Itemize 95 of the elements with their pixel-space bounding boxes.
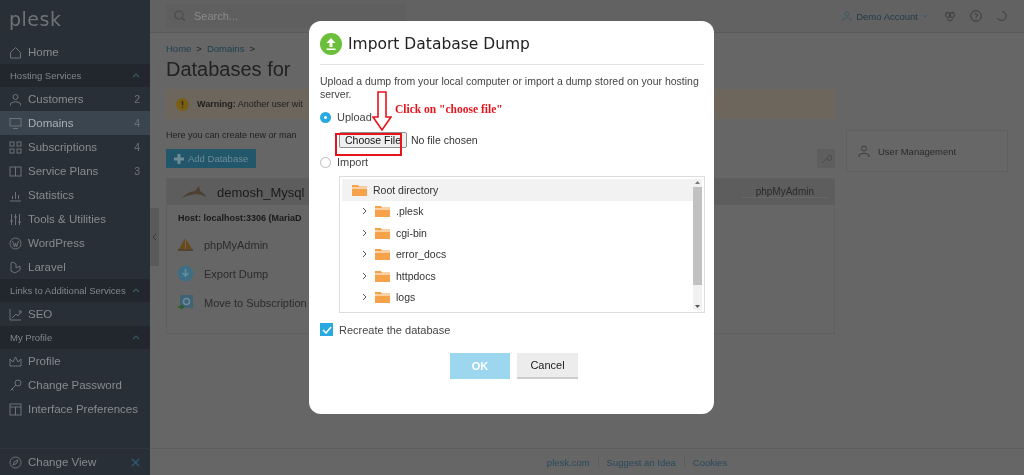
tree-item[interactable]: logs [342, 286, 693, 308]
file-status: No file chosen [411, 133, 478, 146]
radio-button[interactable] [320, 156, 331, 168]
item-count: 3 [134, 165, 140, 177]
item-count: 4 [134, 141, 140, 153]
sidebar-item[interactable]: Subscriptions 4 [0, 135, 150, 159]
database-host: Host: localhost:3306 (MariaD [177, 212, 303, 225]
sidebar-item[interactable]: SEO [0, 302, 150, 326]
trend-icon [9, 307, 22, 321]
chevron-right-icon [361, 271, 369, 280]
database-name: demosh_Mysql [217, 184, 305, 200]
add-database-button[interactable]: Add Database [166, 149, 257, 168]
folder-icon [375, 269, 390, 282]
compass-icon [9, 455, 22, 469]
sidebar-item[interactable]: Tools & Utilities [0, 207, 150, 231]
folder-icon [375, 205, 390, 218]
dolphin-icon [181, 185, 207, 199]
user-management-link[interactable]: User Management [846, 130, 1008, 172]
chevron-right-icon [361, 228, 369, 237]
panel-icon [9, 402, 22, 416]
sidebar-collapse-handle[interactable] [150, 208, 159, 266]
tree-item[interactable]: Root directory [342, 179, 693, 201]
database-action-link[interactable]: Move to Subscription [204, 296, 307, 309]
sidebar-item[interactable]: Laravel [0, 255, 150, 279]
sidebar-item[interactable]: Statistics [0, 183, 150, 207]
radio-button[interactable] [320, 111, 331, 123]
radio-label: Import [337, 156, 369, 168]
logo: plesk [8, 7, 63, 32]
sidebar-item[interactable]: Home [0, 40, 150, 64]
database-action-link[interactable]: Export Dump [204, 267, 269, 280]
folder-icon [352, 183, 367, 196]
caret-icon [922, 14, 928, 18]
cancel-button[interactable]: Cancel [517, 353, 578, 379]
scroll-up-arrow-icon[interactable] [695, 181, 700, 184]
folder-icon [375, 226, 390, 239]
sidebar-item[interactable]: Change Password [0, 373, 150, 397]
chevron-right-icon [361, 207, 369, 216]
dialog-title: Import Database Dump [348, 35, 530, 53]
sliders-icon [9, 212, 22, 226]
warning-text: Warning: Another user wit [197, 99, 303, 109]
grid-icon [9, 140, 22, 154]
breadcrumb-separator: > [249, 43, 255, 54]
annotation-highlight-box [335, 133, 402, 156]
tree-item[interactable]: error_docs [342, 243, 693, 265]
database-action-link[interactable]: phpMyAdmin [204, 238, 269, 251]
person-icon [842, 11, 853, 21]
warning-icon [176, 97, 189, 111]
help-icon[interactable] [970, 10, 982, 22]
sailboat-icon [177, 236, 194, 253]
person-icon [858, 145, 870, 157]
chevron-right-icon [361, 293, 369, 302]
sidebar-item[interactable]: Customers 2 [0, 87, 150, 111]
chevron-right-icon [361, 250, 369, 259]
sidebar-item[interactable]: Service Plans 3 [0, 159, 150, 183]
monitor-icon [9, 116, 22, 130]
tree-item[interactable]: httpdocs [342, 265, 693, 287]
sidebar-item[interactable]: Profile [0, 349, 150, 373]
change-view-link[interactable]: Change View [0, 450, 131, 474]
house-icon [9, 45, 22, 59]
download-icon [177, 265, 194, 282]
tools-button[interactable] [817, 149, 835, 168]
crown-icon [9, 354, 22, 368]
sidebar-section[interactable]: Links to Additional Services [0, 279, 150, 302]
sidebar-item[interactable]: WordPress [0, 231, 150, 255]
tree-item[interactable]: cgi-bin [342, 222, 693, 244]
person-icon [9, 92, 22, 106]
key-icon [9, 378, 22, 392]
intro-text: Here you can create new or man [166, 130, 297, 140]
upload-icon [320, 33, 342, 55]
chevron-icon [132, 288, 140, 293]
sidebar-section[interactable]: My Profile [0, 326, 150, 349]
folder-icon [375, 291, 390, 304]
annotation-arrow [372, 91, 392, 131]
annotation-text: Click on "choose file" [395, 103, 503, 115]
scroll-down-arrow-icon[interactable] [695, 305, 700, 308]
book-icon [9, 164, 22, 178]
scrollbar[interactable] [693, 179, 702, 310]
close-icon[interactable] [131, 457, 140, 467]
chevron-left-icon [152, 233, 157, 241]
chevron-icon [132, 335, 140, 340]
checkbox-label: Recreate the database [339, 323, 451, 336]
radio-label: Upload [337, 111, 372, 123]
circle-icon [9, 236, 22, 250]
item-count: 2 [134, 93, 140, 105]
page-title: Databases for [166, 58, 291, 81]
sidebar-item[interactable]: Interface Preferences [0, 397, 150, 421]
folder-icon [375, 248, 390, 261]
breadcrumb-separator: > [196, 43, 202, 54]
chevron-icon [132, 73, 140, 78]
checkbox[interactable] [320, 323, 333, 336]
moon-icon[interactable] [996, 10, 1008, 22]
sidebar-section[interactable]: Hosting Services [0, 64, 150, 87]
dialog-description: Upload a dump from your local computer or import a dump stored on your hosting server. [320, 75, 700, 101]
tree-item[interactable]: .plesk [342, 200, 693, 222]
plus-icon [174, 153, 184, 164]
